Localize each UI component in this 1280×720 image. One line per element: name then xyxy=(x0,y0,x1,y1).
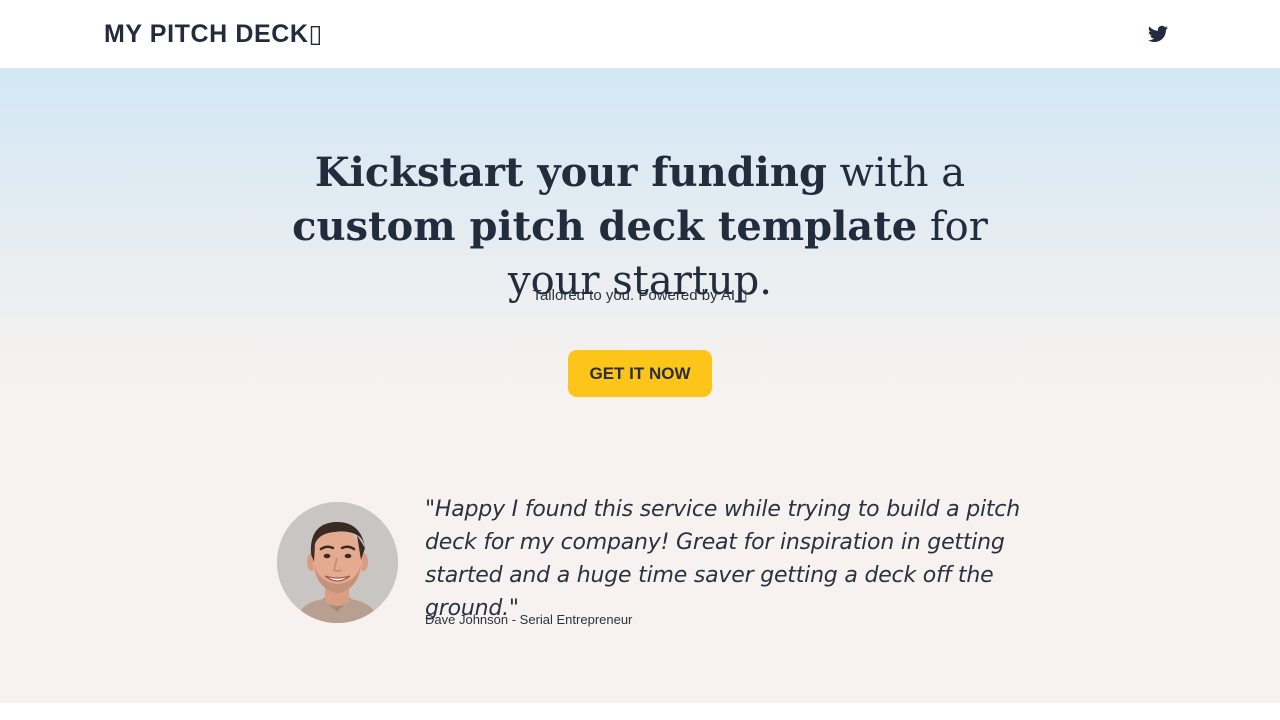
hero-tagline: Tailored to you. Powered by AI ▯ xyxy=(532,287,748,304)
testimonial-author: Dave Johnson - Serial Entrepreneur xyxy=(425,612,633,627)
testimonial-avatar xyxy=(277,502,398,623)
headline-bold-2: custom pitch deck template xyxy=(292,203,918,250)
hero-section: Kickstart your funding with a custom pit… xyxy=(0,69,1280,703)
testimonial-quote: "Happy I found this service while trying… xyxy=(425,497,1020,621)
site-logo[interactable]: MY PITCH DECK▯ xyxy=(104,19,323,49)
headline-regular-1: with a xyxy=(826,150,966,196)
twitter-icon[interactable] xyxy=(1148,25,1168,43)
get-it-now-button[interactable]: GET IT NOW xyxy=(568,350,712,397)
navbar: MY PITCH DECK▯ xyxy=(0,0,1280,69)
headline-bold-1: Kickstart your funding xyxy=(314,149,827,196)
hero-headline: Kickstart your funding with a custom pit… xyxy=(240,146,1040,308)
